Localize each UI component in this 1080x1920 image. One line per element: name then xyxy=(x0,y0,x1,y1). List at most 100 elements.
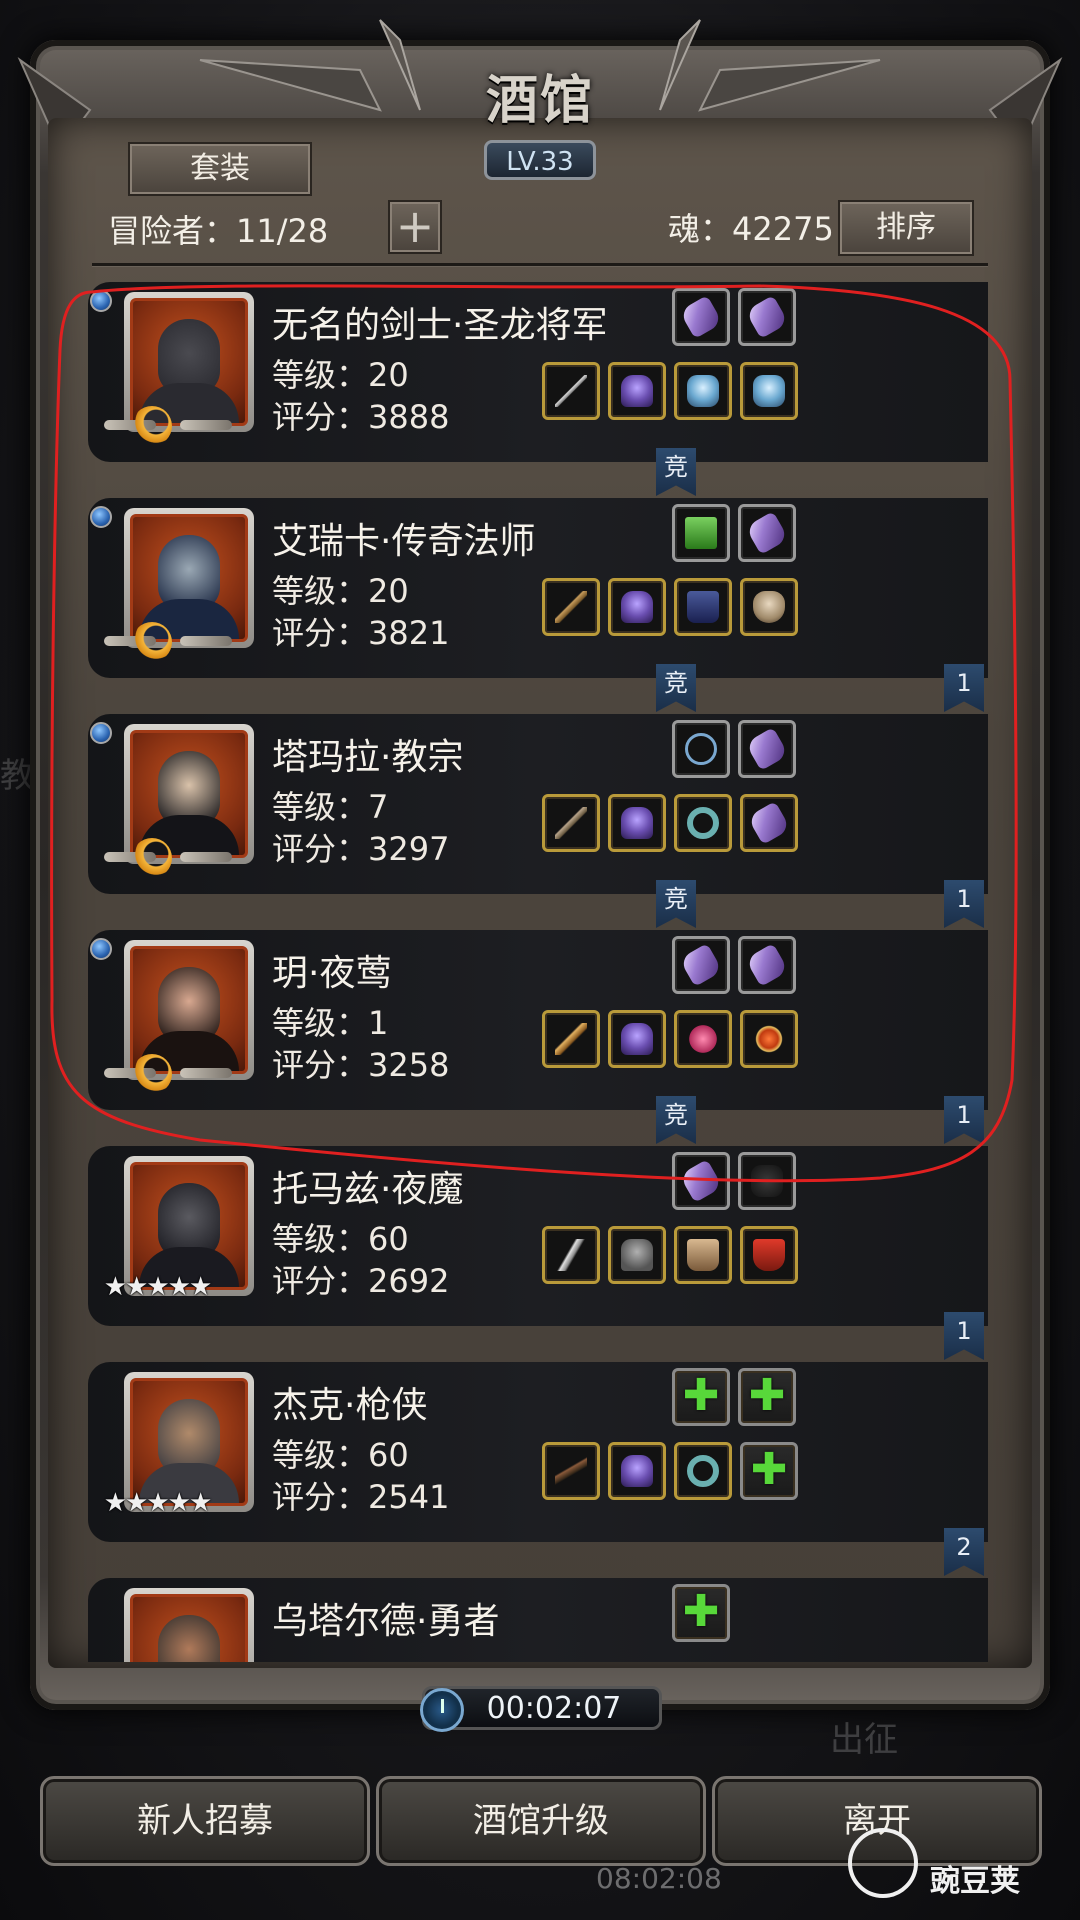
hero-score: 评分：3888 xyxy=(272,398,450,436)
mask-icon xyxy=(753,591,785,623)
equip-slot[interactable] xyxy=(672,720,730,778)
hero-name: 乌塔尔德·勇者 xyxy=(272,1601,500,1642)
armor-icon xyxy=(621,1455,653,1487)
equip-slot[interactable] xyxy=(674,1442,732,1500)
add-equipment-icon: ✚ xyxy=(748,1370,786,1421)
wing-ornament xyxy=(180,636,232,646)
equip-slot[interactable] xyxy=(674,1010,732,1068)
equip-slot[interactable] xyxy=(608,794,666,852)
equip-slot[interactable] xyxy=(738,720,796,778)
empty-equip-slot[interactable]: ✚ xyxy=(738,1368,796,1426)
equip-slot[interactable] xyxy=(608,1226,666,1284)
add-equipment-icon: ✚ xyxy=(682,1370,720,1421)
hero-card[interactable]: 塔玛拉·教宗 等级：7 评分：3297 xyxy=(88,714,988,894)
equip-slot[interactable] xyxy=(672,288,730,346)
hero-list[interactable]: 无名的剑士·圣龙将军 等级：20 评分：3888 竞 艾瑞卡·传奇法师 等级：20 评分：3… xyxy=(88,282,988,1662)
team-number-tag: 2 xyxy=(944,1528,984,1576)
hero-name: 玥·夜莺 xyxy=(272,953,392,994)
equip-slot[interactable] xyxy=(674,578,732,636)
equip-slot[interactable] xyxy=(542,362,600,420)
equip-slot[interactable] xyxy=(738,936,796,994)
equip-slot[interactable] xyxy=(542,1010,600,1068)
equip-slot[interactable] xyxy=(674,1226,732,1284)
ghost-text-right: 出征 xyxy=(830,1720,898,1760)
equip-slot[interactable] xyxy=(608,1442,666,1500)
hero-card[interactable]: 乌塔尔德·勇者 ✚ xyxy=(88,1578,988,1662)
empty-equip-slot[interactable]: ✚ xyxy=(672,1584,730,1642)
portrait-image xyxy=(130,1162,248,1290)
dagger-icon xyxy=(555,1023,587,1055)
equip-slot[interactable] xyxy=(740,794,798,852)
armor-icon xyxy=(621,375,653,407)
crystal-icon xyxy=(745,511,789,555)
ring-icon xyxy=(687,1455,719,1487)
hero-portrait[interactable] xyxy=(124,1588,254,1662)
hero-name: 艾瑞卡·传奇法师 xyxy=(272,521,536,562)
crystal-icon xyxy=(679,943,723,987)
sort-button[interactable]: 排序 xyxy=(838,200,974,256)
empty-equip-slot[interactable]: ✚ xyxy=(672,1368,730,1426)
equip-slot[interactable] xyxy=(542,794,600,852)
pendant-icon xyxy=(687,1023,719,1055)
new-indicator-icon xyxy=(90,938,112,960)
hero-card[interactable]: ★★★★★ 托马兹·夜魔 等级：60 评分：2692 xyxy=(88,1146,988,1326)
blue-gauntlet-icon xyxy=(753,375,785,407)
team-number-tag: 1 xyxy=(944,880,984,928)
equip-slot[interactable] xyxy=(672,504,730,562)
crystal-icon xyxy=(679,295,723,339)
bottom-clock-text: 08:02:08 xyxy=(596,1862,722,1895)
portrait-face xyxy=(158,1615,220,1662)
hero-level: 等级：60 xyxy=(272,1436,409,1474)
suit-button[interactable]: 套装 xyxy=(128,142,312,196)
arena-tag: 竞 xyxy=(656,880,696,928)
hero-score: 评分：3821 xyxy=(272,614,450,652)
star-rating: ★★★★★ xyxy=(103,1272,213,1302)
ring-icon xyxy=(687,807,719,839)
equip-slot[interactable] xyxy=(740,1226,798,1284)
equip-slot[interactable] xyxy=(672,1152,730,1210)
equip-slot[interactable] xyxy=(608,578,666,636)
empty-equip-slot[interactable]: ✚ xyxy=(740,1442,798,1500)
wing-ornament xyxy=(180,852,232,862)
recruit-button[interactable]: 新人招募 xyxy=(40,1776,370,1866)
vest-icon xyxy=(621,1239,653,1271)
equip-slot[interactable] xyxy=(674,794,732,852)
equip-slot[interactable] xyxy=(672,936,730,994)
hero-card[interactable]: 艾瑞卡·传奇法师 等级：20 评分：3821 xyxy=(88,498,988,678)
ghost-text-left: 教 xyxy=(0,756,34,796)
equip-slot[interactable] xyxy=(740,362,798,420)
watermark-text: 豌豆荚 xyxy=(930,1864,1020,1899)
sword-icon xyxy=(555,375,587,407)
hero-name: 托马兹·夜魔 xyxy=(272,1169,464,1210)
equip-slot[interactable] xyxy=(542,578,600,636)
equip-slot[interactable] xyxy=(740,1010,798,1068)
equip-slot[interactable] xyxy=(542,1226,600,1284)
equip-slot[interactable] xyxy=(738,504,796,562)
add-slot-button[interactable]: + xyxy=(388,200,442,254)
hero-card[interactable]: ★★★★★ 杰克·枪侠 等级：60 评分：2541 ✚ ✚ ✚ xyxy=(88,1362,988,1542)
hero-card[interactable]: 无名的剑士·圣龙将军 等级：20 评分：3888 xyxy=(88,282,988,462)
crystal-icon xyxy=(745,295,789,339)
portrait-image xyxy=(130,1594,248,1662)
hero-card[interactable]: 玥·夜莺 等级：1 评分：3258 xyxy=(88,930,988,1110)
hero-score: 评分：2541 xyxy=(272,1478,450,1516)
upgrade-tavern-button[interactable]: 酒馆升级 xyxy=(376,1776,706,1866)
cape-icon xyxy=(753,1239,785,1271)
equip-slot[interactable] xyxy=(674,362,732,420)
wing-ornament xyxy=(180,1068,232,1078)
equip-slot[interactable] xyxy=(608,362,666,420)
equip-slot[interactable] xyxy=(738,1152,796,1210)
necklace-icon xyxy=(685,733,717,765)
staff-icon xyxy=(555,591,587,623)
equip-slot[interactable] xyxy=(608,1010,666,1068)
equip-slot[interactable] xyxy=(542,1442,600,1500)
armor-icon xyxy=(621,1023,653,1055)
equip-slot[interactable] xyxy=(740,578,798,636)
armor-icon xyxy=(621,807,653,839)
title-plate: 酒馆 xyxy=(440,58,640,150)
equip-slot[interactable] xyxy=(738,288,796,346)
new-indicator-icon xyxy=(90,722,112,744)
hero-name: 无名的剑士·圣龙将军 xyxy=(272,305,608,346)
blue-gauntlet-icon xyxy=(687,375,719,407)
moon-rank-icon xyxy=(132,406,172,446)
